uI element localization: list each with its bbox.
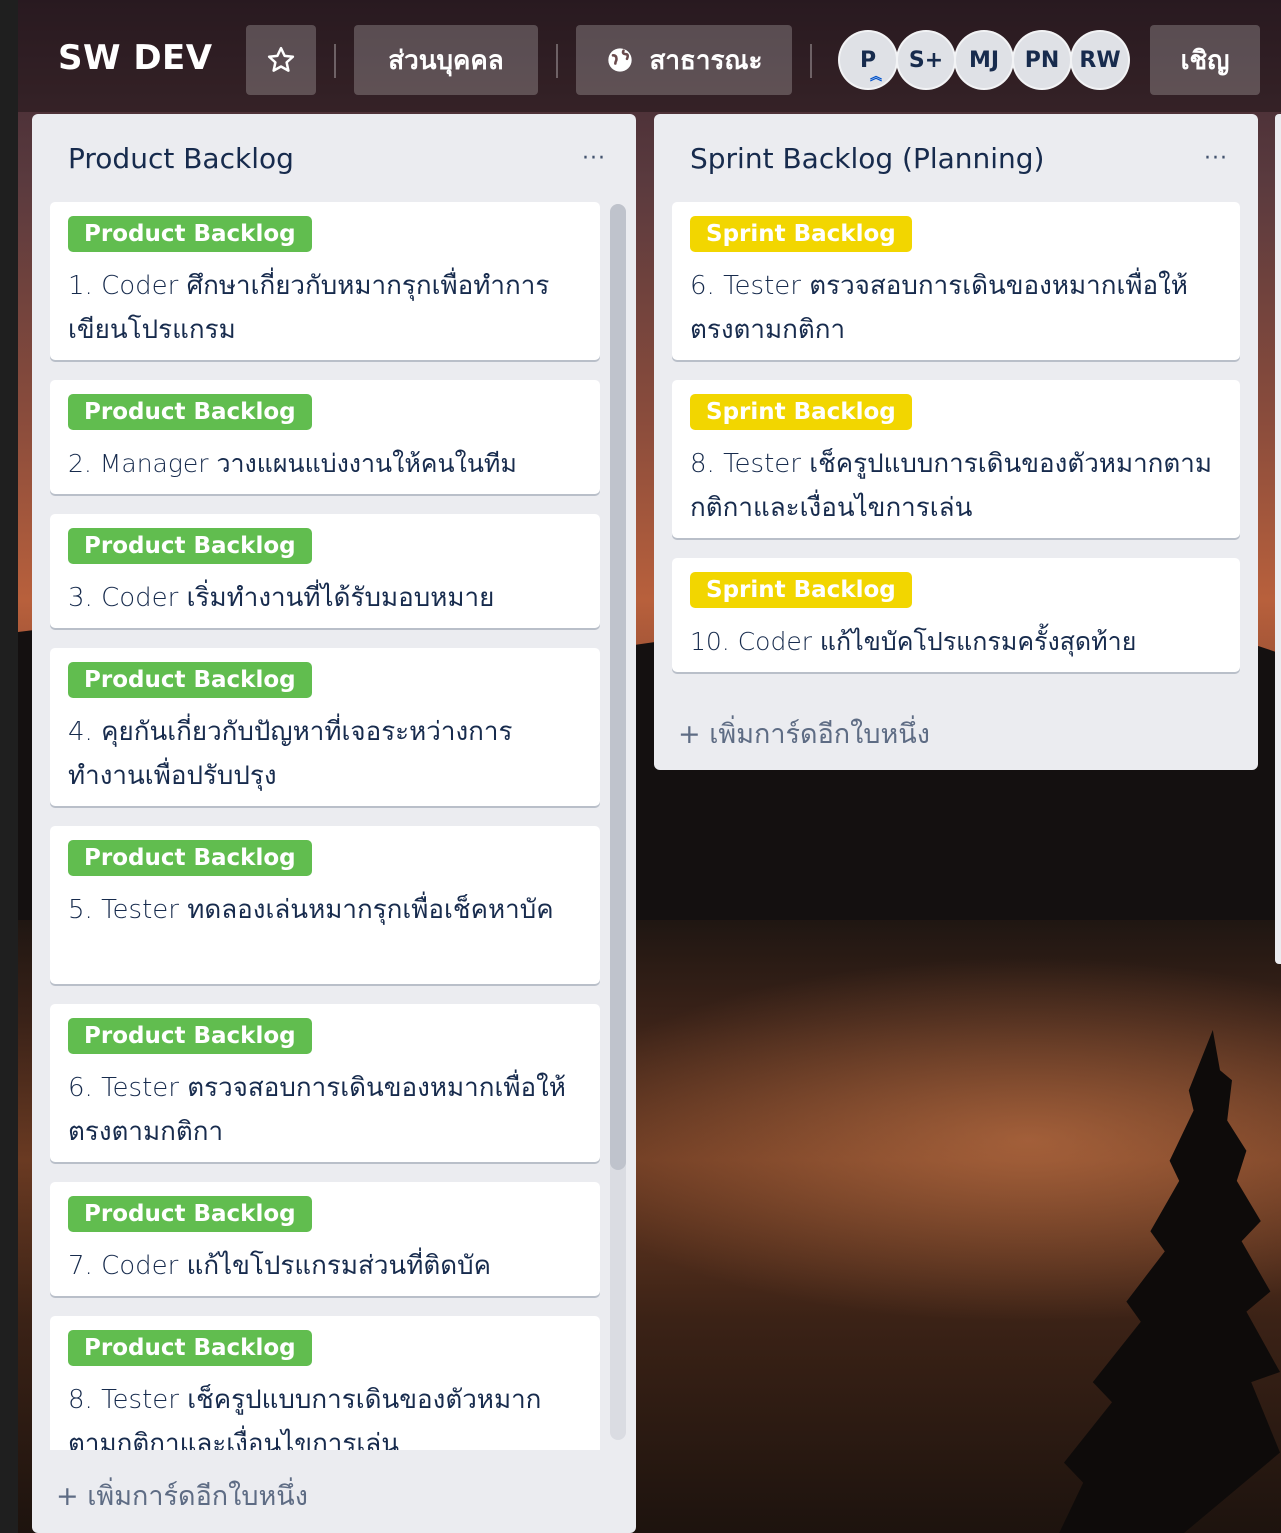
avatar[interactable]: S+ (896, 30, 956, 90)
card[interactable]: Product Backlog 4. คุยกันเกี่ยวกับปัญหาท… (50, 648, 600, 806)
header-divider (556, 44, 558, 78)
avatar[interactable]: RW (1070, 30, 1130, 90)
card-label: Sprint Backlog (690, 216, 912, 252)
visibility-private-label: ส่วนบุคคล (388, 45, 504, 76)
window-edge (0, 0, 18, 1533)
card[interactable]: Product Backlog 6. Tester ตรวจสอบการเดิน… (50, 1004, 600, 1162)
star-button[interactable] (246, 25, 316, 95)
card-title: 10. Coder แก้ไขบัคโปรแกรมครั้งสุดท้าย (690, 627, 1137, 656)
card-label: Product Backlog (68, 840, 312, 876)
card-label: Sprint Backlog (690, 572, 912, 608)
card-label: Product Backlog (68, 662, 312, 698)
card[interactable]: Sprint Backlog 8. Tester เช็ครูปแบบการเด… (672, 380, 1240, 538)
invite-button[interactable]: เชิญ (1150, 25, 1260, 95)
list-title[interactable]: Sprint Backlog (Planning) (690, 142, 1044, 175)
card-title: 8. Tester เช็ครูปแบบการเดินของตัวหมากตาม… (68, 1385, 542, 1450)
invite-label: เชิญ (1180, 45, 1230, 76)
star-icon (267, 46, 295, 72)
list-sprint-backlog: Sprint Backlog (Planning) ··· Sprint Bac… (654, 114, 1258, 770)
card-title: 1. Coder ศึกษาเกี่ยวกับหมากรุกเพื่อทำการ… (68, 271, 550, 345)
card[interactable]: Sprint Backlog 10. Coder แก้ไขบัคโปรแกรม… (672, 558, 1240, 672)
card-title: 6. Tester ตรวจสอบการเดินของหมากเพื่อให้ต… (690, 271, 1188, 345)
visibility-public-button[interactable]: สาธารณะ (576, 25, 792, 95)
card[interactable]: Product Backlog 3. Coder เริ่มทำงานที่ได… (50, 514, 600, 628)
card[interactable]: Product Backlog 8. Tester เช็ครูปแบบการเ… (50, 1316, 600, 1450)
card[interactable]: Product Backlog 7. Coder แก้ไขโปรแกรมส่ว… (50, 1182, 600, 1296)
card-label: Product Backlog (68, 1196, 312, 1232)
card-title: 7. Coder แก้ไขโปรแกรมส่วนที่ติดบัค (68, 1251, 492, 1281)
card-title: 4. คุยกันเกี่ยวกับปัญหาที่เจอระหว่างการท… (68, 717, 513, 791)
list-title[interactable]: Product Backlog (68, 142, 294, 175)
board-header: SW DEV ส่วนบุคคล สาธารณะ P ︽ S+ MJ PN RW… (18, 0, 1281, 112)
card-label: Product Backlog (68, 394, 312, 430)
admin-chevron-icon: ︽ (869, 69, 882, 83)
card[interactable]: Product Backlog 1. Coder ศึกษาเกี่ยวกับห… (50, 202, 600, 360)
card-title: 3. Coder เริ่มทำงานที่ได้รับมอบหมาย (68, 583, 495, 613)
header-divider (334, 44, 336, 78)
card-label: Sprint Backlog (690, 394, 912, 430)
globe-icon (607, 48, 632, 72)
add-card-button[interactable]: + เพิ่มการ์ดอีกใบหนึ่ง (56, 1474, 308, 1517)
card-title: 6. Tester ตรวจสอบการเดินของหมากเพื่อให้ต… (68, 1073, 566, 1147)
avatar[interactable]: PN (1012, 30, 1072, 90)
visibility-public-label: สาธารณะ (649, 45, 763, 76)
list-menu-button[interactable]: ··· (582, 146, 606, 171)
card[interactable]: Product Backlog 5. Tester ทดลองเล่นหมากร… (50, 826, 600, 984)
card-title: 5. Tester ทดลองเล่นหมากรุกเพื่อเช็คหาบัค (68, 895, 554, 925)
list-menu-button[interactable]: ··· (1204, 146, 1228, 171)
card-label: Product Backlog (68, 216, 312, 252)
list-scrollbar-thumb[interactable] (610, 204, 626, 1170)
card-title: 8. Tester เช็ครูปแบบการเดินของตัวหมากตาม… (690, 449, 1213, 523)
card-title: 2. Manager วางแผนแบ่งงานให้คนในทีม (68, 449, 517, 478)
card[interactable]: Sprint Backlog 6. Tester ตรวจสอบการเดินข… (672, 202, 1240, 360)
avatar[interactable]: P ︽ (838, 30, 898, 90)
card-label: Product Backlog (68, 1330, 312, 1366)
list-partial-next (1275, 114, 1281, 964)
card[interactable]: Product Backlog 2. Manager วางแผนแบ่งงาน… (50, 380, 600, 494)
list-cards-container: Product Backlog 1. Coder ศึกษาเกี่ยวกับห… (32, 200, 608, 1450)
avatar[interactable]: MJ (954, 30, 1014, 90)
visibility-private-button[interactable]: ส่วนบุคคล (354, 25, 538, 95)
add-card-button[interactable]: + เพิ่มการ์ดอีกใบหนึ่ง (678, 712, 930, 755)
card-label: Product Backlog (68, 1018, 312, 1054)
card-label: Product Backlog (68, 528, 312, 564)
header-divider (810, 44, 812, 78)
board-title[interactable]: SW DEV (58, 38, 213, 78)
